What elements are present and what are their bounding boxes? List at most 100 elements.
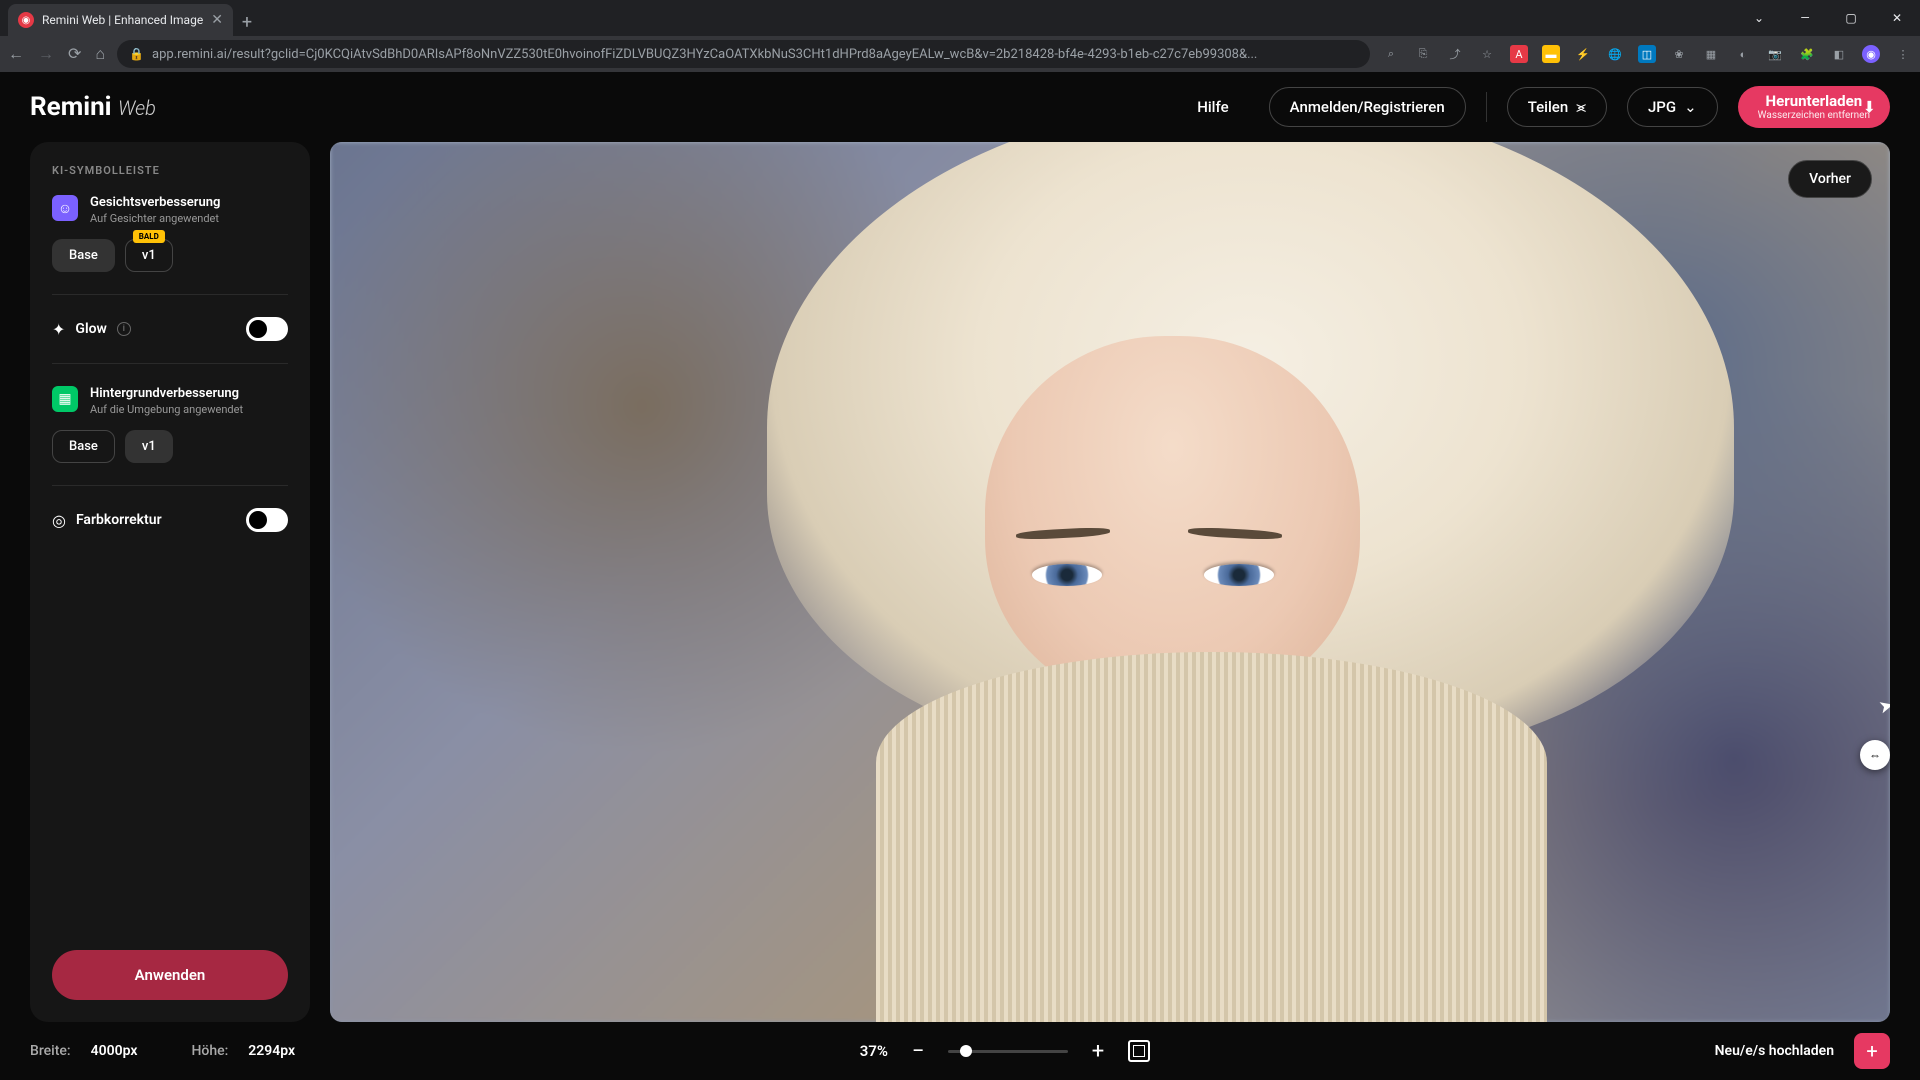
soon-badge: BALD (133, 230, 165, 243)
extension-icons: ⌕ ⎘ ⤴ ☆ A ▬ ⚡ 🌐 ◫ ❀ ▦ ◐ 📷 🧩 ◧ ◉ ⋮ (1382, 45, 1912, 63)
bg-subtitle: Auf die Umgebung angewendet (90, 403, 243, 416)
ext-camera-icon[interactable]: 📷 (1766, 45, 1784, 63)
app-root: Remini Web Hilfe Anmelden/Registrieren T… (0, 72, 1920, 1080)
glow-toggle[interactable] (246, 317, 288, 341)
format-label: JPG (1648, 98, 1676, 116)
minimize-button[interactable]: ― (1782, 0, 1828, 36)
close-window-button[interactable]: ✕ (1874, 0, 1920, 36)
zoom-slider-thumb[interactable] (960, 1045, 972, 1057)
close-tab-icon[interactable]: ✕ (211, 12, 223, 28)
login-button[interactable]: Anmelden/Registrieren (1269, 87, 1466, 127)
color-icon: ◎ (52, 511, 66, 530)
enhanced-image (330, 142, 1890, 1022)
face-icon: ☺ (52, 195, 78, 221)
face-subtitle: Auf Gesichter angewendet (90, 212, 220, 225)
window-controls: ⌄ ― ▢ ✕ (1736, 0, 1920, 36)
before-label: Vorher (1809, 171, 1851, 187)
extensions-icon[interactable]: 🧩 (1798, 45, 1816, 63)
color-toggle[interactable] (246, 508, 288, 532)
browser-chrome: ◉ Remini Web | Enhanced Image ✕ + ⌄ ― ▢ … (0, 0, 1920, 72)
before-button[interactable]: Vorher (1788, 160, 1872, 198)
ext-script-icon[interactable]: ⚡ (1574, 45, 1592, 63)
main-area: KI-SYMBOLLEISTE ☺ Gesichtsverbesserung A… (0, 142, 1920, 1022)
ext-dark-icon[interactable]: ◐ (1734, 45, 1752, 63)
bg-option-v1[interactable]: v1 (125, 430, 173, 463)
address-bar: ← → ⟳ ⌂ 🔒 app.remini.ai/result?gclid=Cj0… (0, 36, 1920, 72)
profile-avatar-icon[interactable]: ◉ (1862, 45, 1880, 63)
zoom-percentage: 37% (860, 1042, 888, 1060)
forward-icon[interactable]: → (38, 44, 54, 64)
browser-tab[interactable]: ◉ Remini Web | Enhanced Image ✕ (8, 4, 233, 36)
background-enhancement-block: ▦ Hintergrundverbesserung Auf die Umgebu… (52, 386, 288, 486)
ext-globe-icon[interactable]: 🌐 (1606, 45, 1624, 63)
lock-icon: 🔒 (129, 47, 144, 61)
chip-label: v1 (142, 439, 156, 454)
ext-abp-icon[interactable]: A (1510, 45, 1528, 63)
chip-label: Base (69, 439, 98, 454)
help-button[interactable]: Hilfe (1177, 88, 1248, 126)
background-icon: ▦ (52, 386, 78, 412)
sparkle-icon: ✦ (52, 320, 65, 339)
share-icon: ⪤ (1576, 98, 1586, 116)
zoom-out-button[interactable]: − (906, 1039, 930, 1064)
format-select[interactable]: JPG ⌄ (1627, 87, 1718, 127)
upload-label: Neu/e/s hochladen (1715, 1043, 1834, 1059)
url-text: app.remini.ai/result?gclid=Cj0KCQiAtvSdB… (152, 47, 1257, 62)
tab-bar: ◉ Remini Web | Enhanced Image ✕ + ⌄ ― ▢ … (0, 0, 1920, 36)
logo[interactable]: Remini Web (30, 92, 156, 122)
back-icon[interactable]: ← (8, 44, 24, 64)
tab-title: Remini Web | Enhanced Image (42, 13, 203, 27)
sidebar-section-label: KI-SYMBOLLEISTE (52, 164, 288, 177)
star-icon[interactable]: ☆ (1478, 45, 1496, 63)
chevron-down-icon: ⌄ (1684, 98, 1697, 116)
reload-icon[interactable]: ⟳ (68, 44, 81, 64)
search-icon[interactable]: ⌕ (1382, 45, 1400, 63)
menu-icon[interactable]: ⋮ (1894, 45, 1912, 63)
ext-trello-icon[interactable]: ◫ (1638, 45, 1656, 63)
width-label: Breite: (30, 1043, 71, 1059)
apply-button[interactable]: Anwenden (52, 950, 288, 1000)
maximize-button[interactable]: ▢ (1828, 0, 1874, 36)
logo-main: Remini (30, 92, 112, 122)
home-icon[interactable]: ⌂ (95, 44, 105, 64)
translate-icon[interactable]: ⎘ (1414, 45, 1432, 63)
fit-to-screen-button[interactable] (1128, 1040, 1150, 1062)
download-icon: ⬇ (1863, 97, 1876, 116)
image-canvas[interactable]: Vorher ⇔ ➤ (330, 142, 1890, 1022)
face-enhancement-block: ☺ Gesichtsverbesserung Auf Gesichter ang… (52, 195, 288, 295)
zoom-controls: 37% − + (860, 1039, 1150, 1064)
width-value: 4000px (91, 1043, 138, 1059)
ext-folder-icon[interactable]: ▬ (1542, 45, 1560, 63)
glow-block: ✦ Glow i (52, 317, 288, 364)
bg-option-base[interactable]: Base (52, 430, 115, 463)
upload-button[interactable]: + (1854, 1033, 1890, 1069)
chip-label: Base (69, 248, 98, 263)
share-icon[interactable]: ⤴ (1446, 45, 1464, 63)
face-option-v1[interactable]: BALD v1 (125, 239, 173, 272)
color-correction-block: ◎ Farbkorrektur (52, 508, 288, 532)
zoom-slider[interactable] (948, 1050, 1068, 1053)
help-label: Hilfe (1197, 98, 1228, 116)
chevron-down-icon[interactable]: ⌄ (1736, 0, 1782, 36)
plus-icon: + (1866, 1039, 1877, 1063)
height-label: Höhe: (191, 1043, 228, 1059)
height-value: 2294px (248, 1043, 295, 1059)
sidebar: KI-SYMBOLLEISTE ☺ Gesichtsverbesserung A… (30, 142, 310, 1022)
ext-flower-icon[interactable]: ❀ (1670, 45, 1688, 63)
glow-label: Glow (75, 321, 106, 337)
share-button[interactable]: Teilen ⪤ (1507, 87, 1607, 127)
login-label: Anmelden/Registrieren (1290, 98, 1445, 116)
bg-title: Hintergrundverbesserung (90, 386, 243, 401)
sidepanel-icon[interactable]: ◧ (1830, 45, 1848, 63)
face-title: Gesichtsverbesserung (90, 195, 220, 210)
new-tab-button[interactable]: + (233, 8, 261, 36)
info-icon[interactable]: i (117, 322, 131, 336)
apply-label: Anwenden (135, 966, 206, 984)
zoom-in-button[interactable]: + (1086, 1039, 1110, 1064)
download-button[interactable]: Herunterladen Wasserzeichen entfernen ⬇ (1738, 86, 1890, 128)
face-option-base[interactable]: Base (52, 239, 115, 272)
url-field[interactable]: 🔒 app.remini.ai/result?gclid=Cj0KCQiAtvS… (117, 40, 1370, 68)
download-label: Herunterladen (1766, 92, 1863, 110)
download-sublabel: Wasserzeichen entfernen (1758, 110, 1870, 122)
ext-pin-icon[interactable]: ▦ (1702, 45, 1720, 63)
